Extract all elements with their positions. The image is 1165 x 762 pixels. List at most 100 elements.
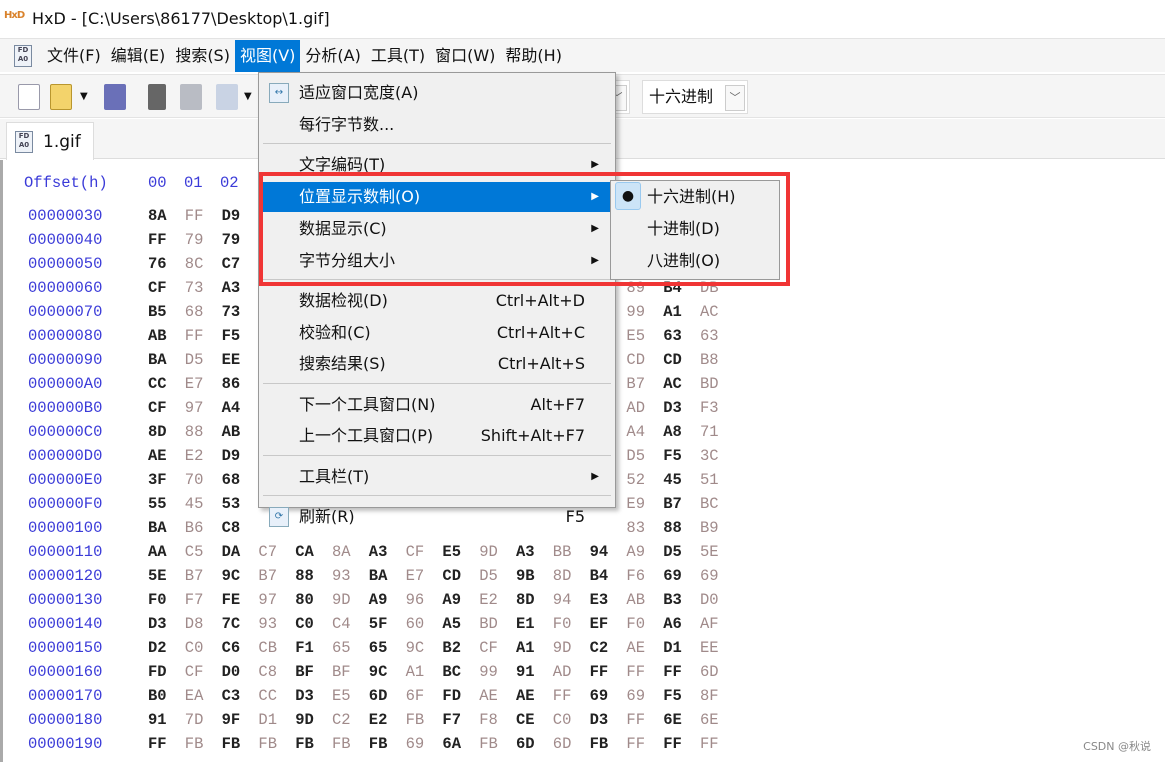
hex-byte[interactable]: CD (626, 351, 645, 369)
hex-byte[interactable]: E7 (406, 567, 425, 585)
hex-byte[interactable]: 9C (369, 663, 388, 681)
hex-byte[interactable]: 65 (369, 639, 388, 657)
hex-byte[interactable]: C8 (222, 519, 241, 537)
hex-byte[interactable]: CF (479, 639, 498, 657)
hex-byte[interactable]: 3C (700, 447, 719, 465)
hex-byte[interactable]: AE (516, 687, 535, 705)
hex-byte[interactable]: D0 (222, 663, 241, 681)
hex-byte[interactable]: D2 (148, 639, 167, 657)
menu-item[interactable]: 下一个工具窗口(N) Alt+F7 (261, 390, 613, 420)
hex-byte[interactable]: 69 (626, 687, 645, 705)
hex-byte[interactable]: 6D (553, 735, 572, 753)
hex-byte[interactable]: CF (406, 543, 425, 561)
hex-byte[interactable]: C8 (258, 663, 277, 681)
hex-byte[interactable]: 86 (222, 375, 241, 393)
hex-byte[interactable]: 99 (479, 663, 498, 681)
hex-byte[interactable]: 88 (295, 567, 314, 585)
hex-byte[interactable]: E5 (442, 543, 461, 561)
hex-byte[interactable]: BB (553, 543, 572, 561)
hex-byte[interactable]: 8A (332, 543, 351, 561)
hex-byte[interactable]: C5 (185, 543, 204, 561)
hex-byte[interactable]: B7 (626, 375, 645, 393)
hex-byte[interactable]: A5 (442, 615, 461, 633)
hex-byte[interactable]: C2 (590, 639, 609, 657)
hex-byte[interactable]: 5E (700, 543, 719, 561)
menu-item[interactable]: 上一个工具窗口(P) Shift+Alt+F7 (261, 421, 613, 451)
hex-byte[interactable]: C2 (332, 711, 351, 729)
hex-byte[interactable]: F0 (626, 615, 645, 633)
hex-byte[interactable]: C7 (222, 255, 241, 273)
hex-byte[interactable]: 63 (663, 327, 682, 345)
hex-byte[interactable]: 6A (442, 735, 461, 753)
hex-byte[interactable]: F7 (442, 711, 461, 729)
hex-byte[interactable]: D5 (626, 447, 645, 465)
hex-byte[interactable]: 5F (369, 615, 388, 633)
menu-file[interactable]: 文件(F) (42, 40, 106, 72)
hex-byte[interactable]: E9 (626, 495, 645, 513)
hex-byte[interactable]: D3 (590, 711, 609, 729)
hex-byte[interactable]: 91 (516, 663, 535, 681)
hex-byte[interactable]: C0 (185, 639, 204, 657)
hex-byte[interactable]: 8D (148, 423, 167, 441)
hex-byte[interactable]: 9D (553, 639, 572, 657)
hex-byte[interactable]: 6F (406, 687, 425, 705)
hex-byte[interactable]: D1 (258, 711, 277, 729)
hex-byte[interactable]: A4 (222, 399, 241, 417)
hex-byte[interactable]: FB (295, 735, 314, 753)
hex-byte[interactable]: A3 (516, 543, 535, 561)
hex-byte[interactable]: 9D (479, 543, 498, 561)
hex-byte[interactable]: 9B (516, 567, 535, 585)
hex-byte[interactable]: F5 (663, 687, 682, 705)
hex-byte[interactable]: AB (222, 423, 241, 441)
hex-byte[interactable]: BD (700, 375, 719, 393)
hex-byte[interactable]: 6E (700, 711, 719, 729)
hex-byte[interactable]: DA (222, 543, 241, 561)
hex-byte[interactable]: CD (663, 351, 682, 369)
hex-byte[interactable]: 76 (148, 255, 167, 273)
hex-byte[interactable]: 96 (406, 591, 425, 609)
hex-byte[interactable]: BC (442, 663, 461, 681)
hex-byte[interactable]: EA (185, 687, 204, 705)
hex-byte[interactable]: CA (295, 543, 314, 561)
hex-byte[interactable]: 8A (148, 207, 167, 225)
menu-item[interactable]: 每行字节数... (261, 110, 613, 140)
hex-byte[interactable]: E1 (516, 615, 535, 633)
hex-byte[interactable]: E2 (185, 447, 204, 465)
hex-byte[interactable]: D8 (185, 615, 204, 633)
hex-byte[interactable]: BC (700, 495, 719, 513)
menu-tools[interactable]: 工具(T) (366, 40, 430, 72)
hex-byte[interactable]: 53 (222, 495, 241, 513)
hex-byte[interactable]: E2 (479, 591, 498, 609)
hex-byte[interactable]: E7 (185, 375, 204, 393)
open-dropdown-icon[interactable]: ▼ (80, 84, 92, 110)
hex-byte[interactable]: BA (148, 351, 167, 369)
hex-byte[interactable]: A3 (222, 279, 241, 297)
hex-byte[interactable]: D3 (663, 399, 682, 417)
hex-byte[interactable]: 73 (222, 303, 241, 321)
hex-byte[interactable]: FB (406, 711, 425, 729)
hex-byte[interactable]: F3 (700, 399, 719, 417)
hex-byte[interactable]: F6 (626, 567, 645, 585)
hex-byte[interactable]: AE (626, 639, 645, 657)
hex-byte[interactable]: D0 (700, 591, 719, 609)
hex-byte[interactable]: AC (700, 303, 719, 321)
hex-byte[interactable]: 9D (332, 591, 351, 609)
hex-byte[interactable]: CF (148, 279, 167, 297)
hex-byte[interactable]: EE (222, 351, 241, 369)
hex-byte[interactable]: FB (479, 735, 498, 753)
hex-byte[interactable]: E5 (332, 687, 351, 705)
hex-byte[interactable]: AE (479, 687, 498, 705)
hex-byte[interactable]: A9 (442, 591, 461, 609)
hex-byte[interactable]: C7 (258, 543, 277, 561)
hex-byte[interactable]: A8 (663, 423, 682, 441)
menu-edit[interactable]: 编辑(E) (106, 40, 171, 72)
hex-byte[interactable]: CC (148, 375, 167, 393)
hex-byte[interactable]: D5 (185, 351, 204, 369)
hex-byte[interactable]: FF (700, 735, 719, 753)
hex-byte[interactable]: FF (663, 735, 682, 753)
hex-byte[interactable]: CF (148, 399, 167, 417)
hex-byte[interactable]: FF (626, 711, 645, 729)
menu-item[interactable]: 校验和(C) Ctrl+Alt+C (261, 318, 613, 348)
hex-byte[interactable]: B2 (442, 639, 461, 657)
hex-byte[interactable]: D3 (148, 615, 167, 633)
